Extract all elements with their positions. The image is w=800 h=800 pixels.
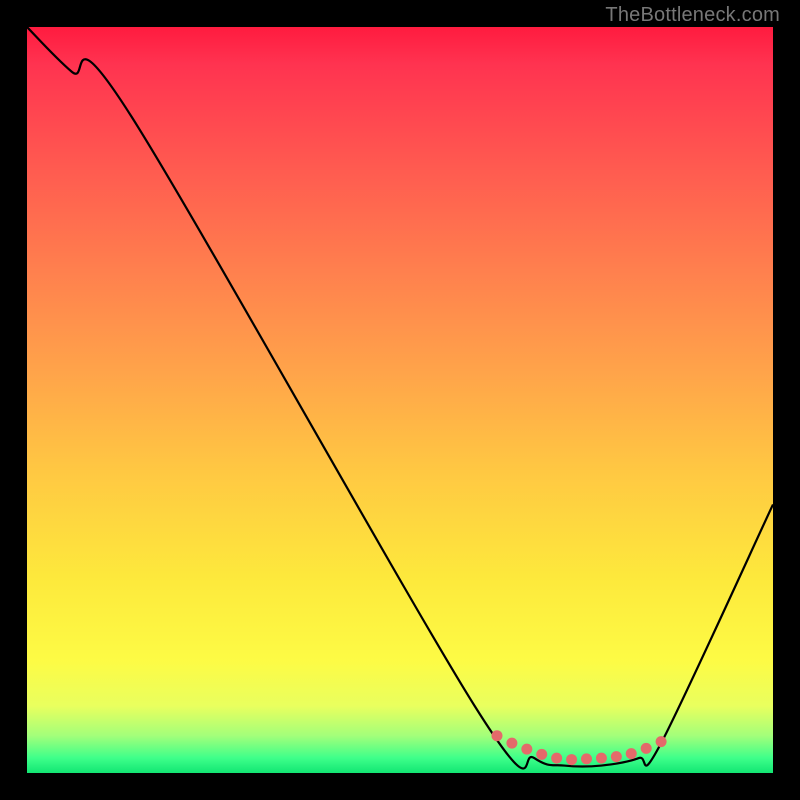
- marker-dot: [611, 751, 622, 762]
- marker-dot: [521, 744, 532, 755]
- highlight-markers: [491, 730, 666, 765]
- marker-dot: [491, 730, 502, 741]
- marker-dot: [596, 753, 607, 764]
- plot-area: [27, 27, 773, 773]
- marker-dot: [656, 736, 667, 747]
- marker-dot: [506, 738, 517, 749]
- chart-container: TheBottleneck.com: [0, 0, 800, 800]
- marker-dot: [566, 754, 577, 765]
- marker-dot: [551, 753, 562, 764]
- marker-dot: [581, 753, 592, 764]
- marker-dot: [536, 749, 547, 760]
- marker-dot: [626, 748, 637, 759]
- bottleneck-curve: [27, 27, 773, 768]
- marker-dot: [641, 743, 652, 754]
- curve-svg: [27, 27, 773, 773]
- watermark-text: TheBottleneck.com: [605, 4, 780, 27]
